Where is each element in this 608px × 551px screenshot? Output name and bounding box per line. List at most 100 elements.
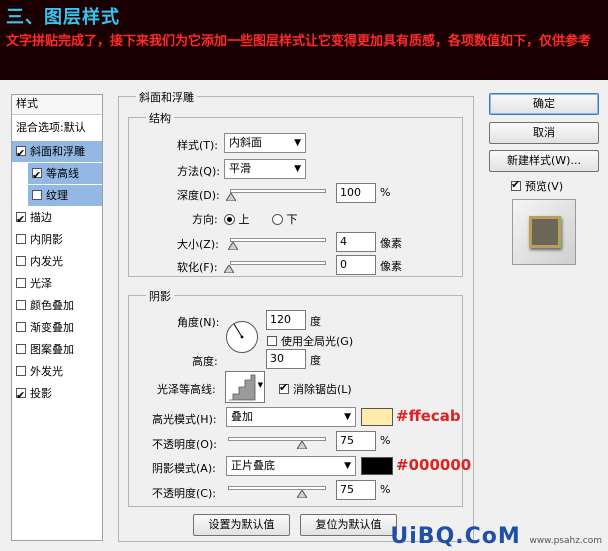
shadow-opacity-field[interactable]: 75 (336, 480, 376, 500)
bevel-style-select[interactable]: 内斜面 ▼ (224, 133, 306, 153)
shadow-opacity-slider-handle[interactable] (297, 490, 307, 498)
global-light-option[interactable]: 使用全局光(G) (267, 333, 353, 349)
outer-glow-checkbox[interactable] (16, 366, 26, 376)
direction-down-option[interactable]: 下 (272, 211, 298, 227)
style-item-label: 颜色叠加 (30, 299, 74, 312)
bevel-style-value: 内斜面 (229, 136, 262, 149)
preview-square (529, 216, 561, 248)
inner-shadow-checkbox[interactable] (16, 234, 26, 244)
style-item-gradient-overlay[interactable]: 渐变叠加 (12, 317, 102, 338)
stroke-checkbox[interactable] (16, 209, 26, 230)
direction-up-option[interactable]: 上 (224, 211, 250, 227)
depth-slider[interactable] (230, 189, 326, 193)
style-label: 样式(T): (177, 139, 219, 152)
highlight-mode-select[interactable]: 叠加 ▼ (226, 407, 356, 427)
style-item-texture[interactable]: 纹理 (28, 185, 102, 206)
angle-unit: 度 (310, 315, 321, 328)
style-item-pattern-overlay[interactable]: 图案叠加 (12, 339, 102, 360)
highlight-mode-value: 叠加 (231, 410, 253, 423)
style-item-label: 内阴影 (30, 233, 63, 246)
size-field[interactable]: 4 (336, 232, 376, 252)
style-item-color-overlay[interactable]: 颜色叠加 (12, 295, 102, 316)
technique-label: 方法(Q): (177, 165, 220, 178)
shadow-opacity-slider[interactable] (228, 486, 326, 490)
style-item-inner-glow[interactable]: 内发光 (12, 251, 102, 272)
preview-checkbox[interactable] (511, 178, 521, 191)
direction-label: 方向: (192, 213, 218, 226)
highlight-opacity-unit: % (380, 434, 391, 447)
style-item-outer-glow[interactable]: 外发光 (12, 361, 102, 382)
gradient-overlay-checkbox[interactable] (16, 322, 26, 332)
make-default-button[interactable]: 设置为默认值 (193, 514, 290, 536)
shadow-color-annotation: #000000 (396, 456, 472, 474)
direction-down-radio[interactable] (272, 214, 283, 225)
style-item-bevel-emboss[interactable]: 斜面和浮雕 (12, 141, 102, 164)
reset-default-button[interactable]: 复位为默认值 (300, 514, 397, 536)
satin-checkbox[interactable] (16, 278, 26, 288)
depth-field[interactable]: 100 (336, 183, 376, 203)
highlight-opacity-field[interactable]: 75 (336, 431, 376, 451)
drop-shadow-checkbox[interactable] (16, 385, 26, 406)
size-slider-handle[interactable] (228, 242, 238, 250)
anti-alias-label: 消除锯齿(L) (293, 383, 352, 396)
style-item-label: 图案叠加 (30, 343, 74, 356)
style-item-satin[interactable]: 光泽 (12, 273, 102, 294)
texture-checkbox[interactable] (32, 190, 42, 200)
style-item-label: 外发光 (30, 365, 63, 378)
soften-slider[interactable] (230, 261, 326, 265)
watermark-text: UiBQ.CoM (390, 524, 521, 549)
highlight-color-swatch[interactable] (361, 408, 393, 426)
shading-title: 阴影 (146, 288, 174, 304)
site-watermark: UiBQ.CoM www.psahz.com (390, 524, 602, 549)
anti-alias-checkbox[interactable] (279, 381, 289, 394)
color-overlay-checkbox[interactable] (16, 300, 26, 310)
depth-unit: % (380, 186, 391, 199)
depth-slider-handle[interactable] (226, 193, 236, 201)
chevron-down-icon: ▼ (344, 461, 351, 471)
angle-dial[interactable] (225, 320, 259, 354)
shadow-color-swatch[interactable] (361, 457, 393, 475)
highlight-opacity-slider-handle[interactable] (297, 441, 307, 449)
style-item-contour[interactable]: 等高线 (28, 163, 102, 186)
new-style-button[interactable]: 新建样式(W)... (489, 150, 599, 172)
soften-slider-handle[interactable] (224, 265, 234, 273)
watermark-url: www.psahz.com (529, 536, 602, 546)
highlight-color-annotation: #ffecab (396, 407, 461, 425)
style-item-drop-shadow[interactable]: 投影 (12, 383, 102, 406)
soften-label: 软化(F): (177, 261, 218, 274)
cancel-button[interactable]: 取消 (489, 122, 599, 144)
preview-option[interactable]: 预览(V) (511, 178, 563, 194)
style-item-inner-shadow[interactable]: 内阴影 (12, 229, 102, 250)
altitude-field[interactable]: 30 (266, 349, 306, 369)
size-slider[interactable] (230, 238, 326, 242)
global-light-checkbox[interactable] (267, 336, 277, 346)
direction-up-radio[interactable] (224, 214, 235, 225)
gloss-contour-label: 光泽等高线: (157, 383, 216, 396)
structure-title: 结构 (146, 110, 174, 126)
shadow-mode-select[interactable]: 正片叠底 ▼ (226, 456, 356, 476)
shadow-mode-label: 阴影模式(A): (152, 462, 216, 475)
style-item-stroke[interactable]: 描边 (12, 207, 102, 230)
chevron-down-icon: ▼ (257, 381, 263, 389)
style-item-label: 内发光 (30, 255, 63, 268)
style-item-label: 光泽 (30, 277, 52, 290)
anti-alias-option[interactable]: 消除锯齿(L) (279, 381, 352, 397)
ok-button[interactable]: 确定 (489, 93, 599, 115)
contour-checkbox[interactable] (32, 165, 42, 186)
contour-preview-icon (229, 374, 256, 401)
technique-select[interactable]: 平滑 ▼ (224, 159, 306, 179)
gloss-contour-picker[interactable]: ▼ (225, 371, 265, 403)
shadow-opacity-unit: % (380, 483, 391, 496)
bevel-emboss-title: 斜面和浮雕 (136, 89, 197, 105)
angle-field[interactable]: 120 (266, 310, 306, 330)
size-unit: 像素 (380, 237, 402, 250)
inner-glow-checkbox[interactable] (16, 256, 26, 266)
style-preview-thumbnail (512, 199, 576, 265)
pattern-overlay-checkbox[interactable] (16, 344, 26, 354)
blend-options-item[interactable]: 混合选项:默认 (12, 117, 102, 138)
highlight-opacity-slider[interactable] (228, 437, 326, 441)
bevel-emboss-checkbox[interactable] (16, 143, 26, 164)
style-item-label: 斜面和浮雕 (30, 145, 85, 158)
angle-label: 角度(N): (177, 316, 220, 329)
soften-field[interactable]: 0 (336, 255, 376, 275)
